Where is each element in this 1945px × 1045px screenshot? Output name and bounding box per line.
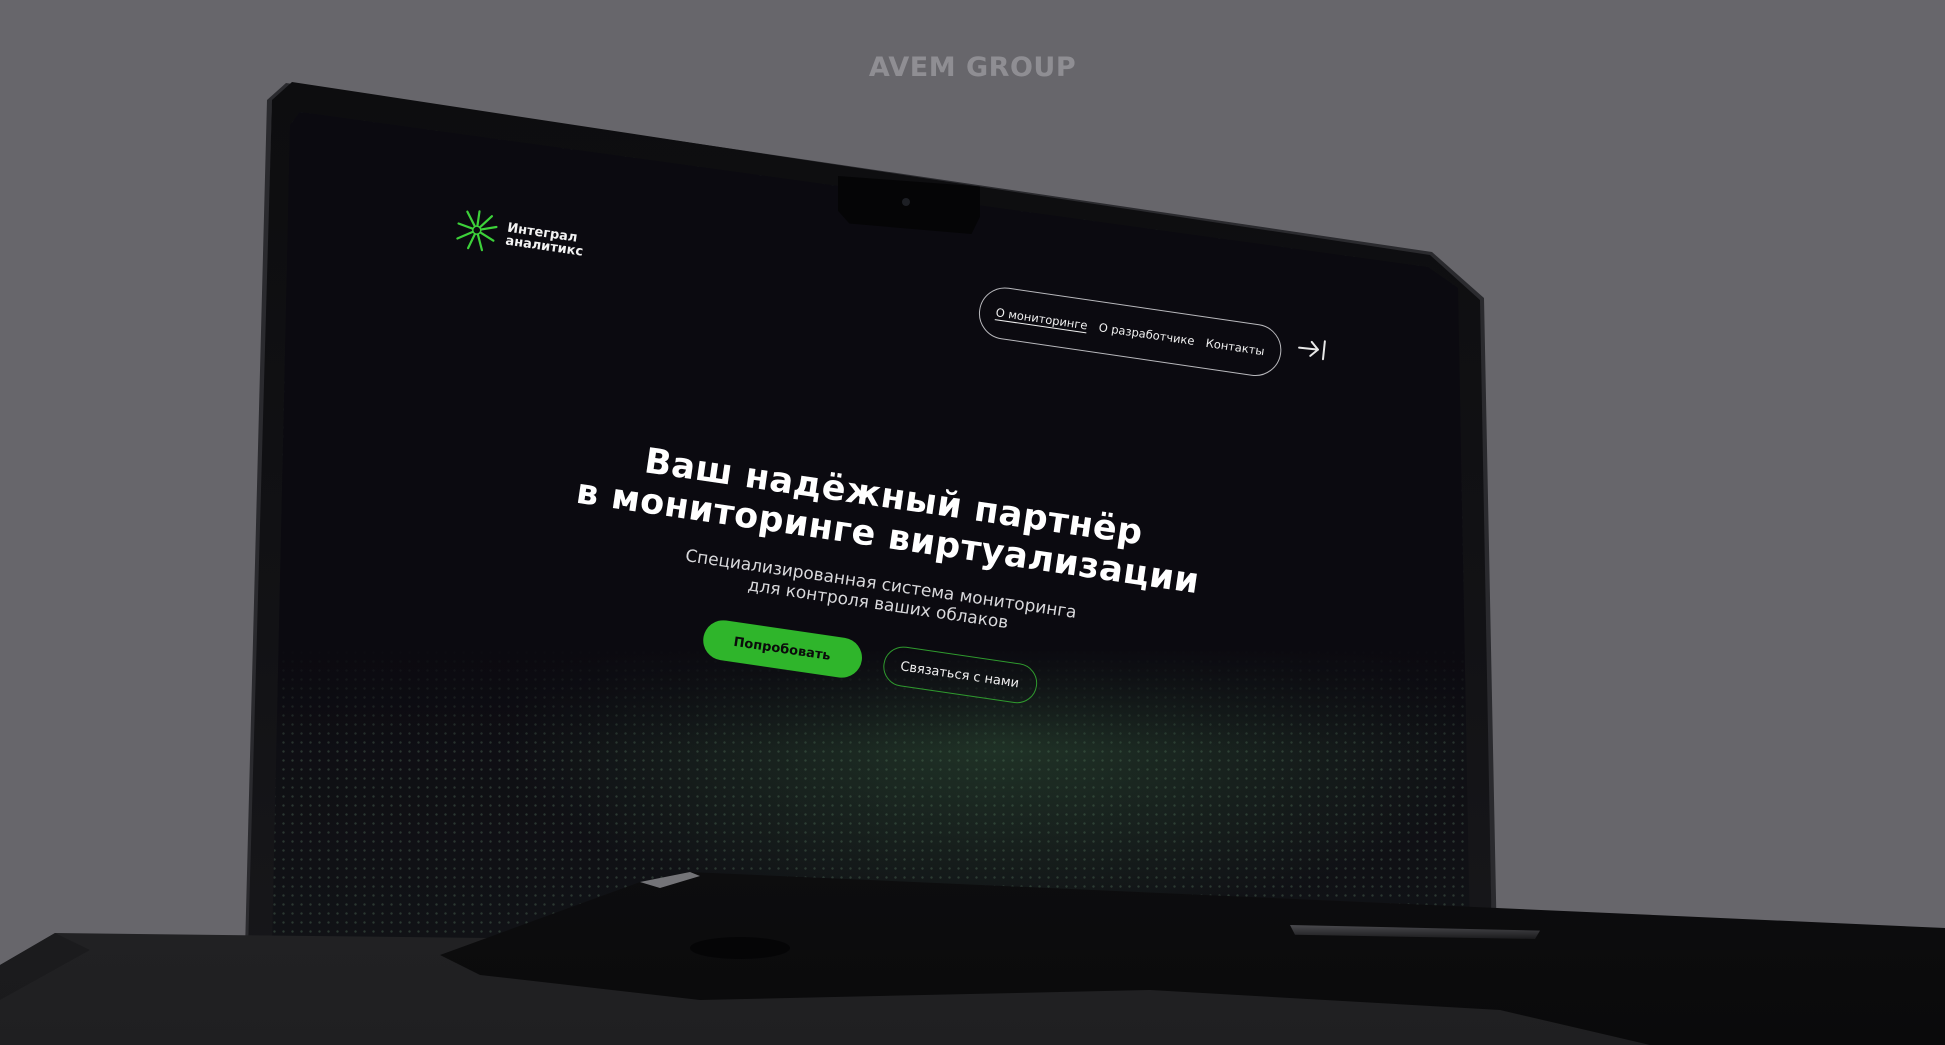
login-arrow-icon[interactable] [1295,335,1329,362]
logo-wordmark: Интеграл аналитикс [504,221,586,260]
nav-link-contacts[interactable]: Контакты [1205,336,1266,358]
laptop-foot [690,937,790,959]
contact-us-button[interactable]: Связаться с нами [880,643,1040,706]
top-navigation: О мониторинге О разработчике Контакты [975,284,1285,380]
site-logo[interactable]: Интеграл аналитикс [452,205,587,267]
nav-link-about-developer[interactable]: О разработчике [1098,320,1196,348]
try-button[interactable]: Попробовать [700,617,865,681]
starburst-logo-icon [456,210,498,252]
hero-section: Ваш надёжный партнёр в мониторинге вирту… [540,430,1223,729]
nav-link-about-monitoring[interactable]: О мониторинге [995,305,1089,332]
